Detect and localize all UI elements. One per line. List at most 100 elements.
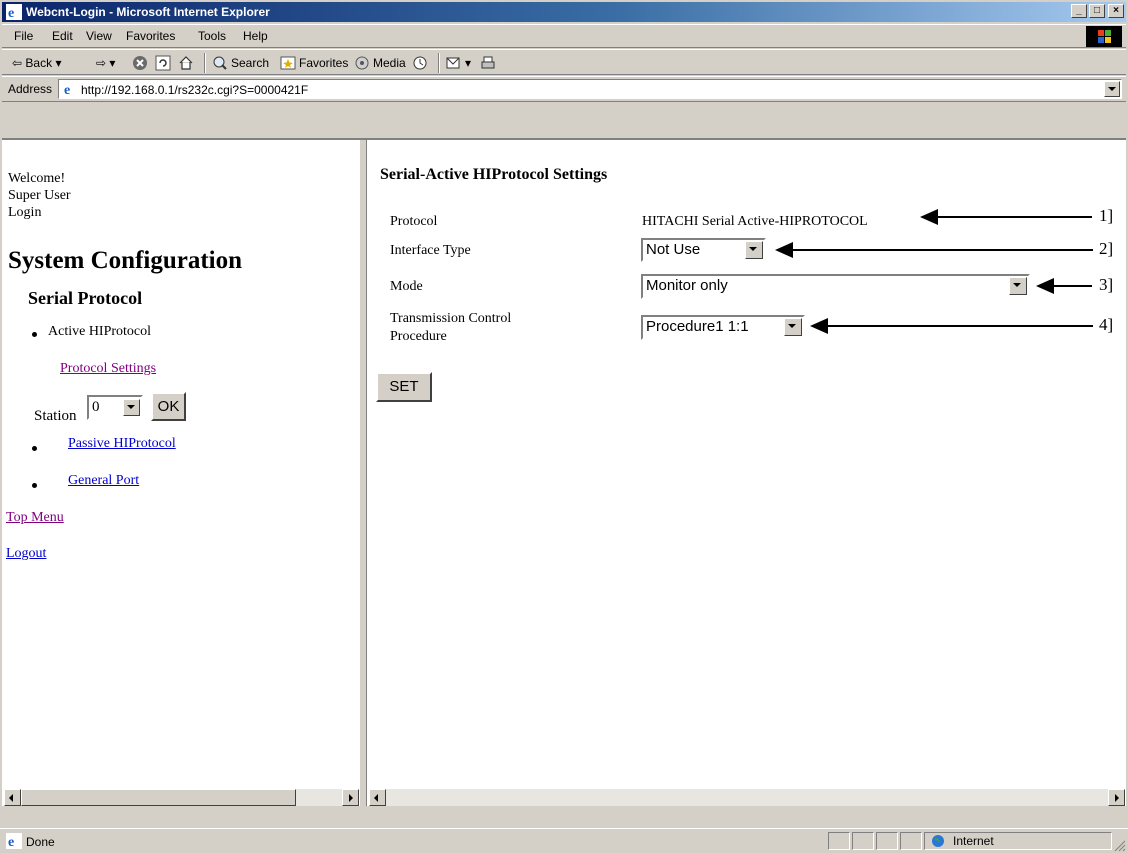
mode-dropdown-button[interactable] (1009, 277, 1027, 295)
mode-select[interactable]: Monitor only (641, 274, 1030, 299)
menu-file[interactable]: File (14, 29, 33, 43)
media-button[interactable]: Media (354, 54, 406, 72)
callout-3: 3] (1099, 275, 1114, 294)
address-bar: Address e http://192.168.0.1/rs232c.cgi?… (2, 76, 1126, 102)
frame-splitter[interactable] (359, 140, 367, 806)
interface-type-select[interactable]: Not Use (641, 238, 766, 262)
stop-icon (133, 56, 147, 70)
status-panel (852, 832, 874, 850)
history-icon (413, 56, 427, 70)
search-button[interactable]: Search (212, 54, 269, 72)
minimize-button[interactable]: _ (1071, 4, 1087, 18)
set-button[interactable]: SET (376, 372, 432, 402)
back-button[interactable]: ⇦ Back ▾ (12, 54, 61, 72)
scroll-right-button[interactable] (342, 789, 359, 806)
interface-dropdown-button[interactable] (745, 241, 763, 259)
bullet (32, 446, 37, 451)
svg-text:e: e (64, 83, 70, 97)
passive-hiprotocol-link[interactable]: Passive HIProtocol (68, 436, 176, 452)
browser-window: e Webcnt-Login - Microsoft Internet Expl… (0, 0, 1128, 853)
interface-type-label: Interface Type (390, 243, 471, 258)
transmission-control-select[interactable]: Procedure1 1:1 (641, 315, 805, 340)
print-icon (481, 56, 495, 69)
active-hiprotocol-text: Active HIProtocol (48, 324, 152, 339)
forward-button[interactable]: ⇨ ▾ (96, 54, 115, 72)
station-value: 0 (92, 399, 100, 415)
callout-arrow-2-line (793, 249, 1093, 251)
ie-page-icon: e (62, 81, 78, 97)
callout-arrow-3-head (1036, 278, 1054, 294)
logout-link[interactable]: Logout (6, 546, 46, 562)
address-input[interactable]: e http://192.168.0.1/rs232c.cgi?S=000042… (58, 79, 1122, 99)
address-label: Address (8, 82, 53, 96)
serial-protocol-heading: Serial Protocol (28, 288, 143, 308)
status-panel (900, 832, 922, 850)
protocol-label: Protocol (390, 214, 438, 229)
favorites-button[interactable]: Favorites (280, 54, 348, 72)
menu-edit[interactable]: Edit (52, 29, 73, 43)
chevron-down-icon: ▾ (109, 56, 116, 70)
interface-type-value: Not Use (646, 241, 701, 258)
content-top-border (0, 102, 1128, 140)
media-icon (355, 56, 369, 70)
protocol-value: HITACHI Serial Active-HIPROTOCOL (642, 214, 868, 229)
top-menu-link[interactable]: Top Menu (6, 510, 64, 526)
chevron-down-icon: ▾ (465, 56, 472, 70)
scroll-left-button[interactable] (4, 789, 21, 806)
media-label: Media (373, 56, 406, 70)
address-dropdown-button[interactable] (1104, 81, 1120, 97)
scroll-thumb[interactable] (21, 789, 296, 806)
callout-arrow-4-head (810, 318, 828, 334)
left-horizontal-scrollbar[interactable] (4, 789, 359, 806)
protocol-settings-link[interactable]: Protocol Settings (60, 361, 156, 377)
home-button[interactable] (178, 54, 197, 72)
maximize-button[interactable]: □ (1089, 4, 1105, 18)
transmission-dropdown-button[interactable] (784, 318, 802, 336)
mail-icon (446, 57, 460, 69)
history-button[interactable] (412, 54, 431, 72)
status-bar: e Done Internet (0, 828, 1128, 853)
station-label: Station (34, 408, 77, 424)
svg-text:e: e (8, 835, 14, 849)
ok-button[interactable]: OK (151, 392, 186, 421)
resize-grip-icon[interactable] (1114, 840, 1126, 852)
toolbar-separator (438, 53, 440, 73)
callout-1: 1] (1099, 206, 1114, 225)
menu-bar: File Edit View Favorites Tools Help (2, 24, 1126, 48)
stop-button[interactable] (132, 54, 151, 72)
callout-arrow-3-line (1054, 285, 1092, 287)
menu-help[interactable]: Help (243, 29, 268, 43)
title-bar: e Webcnt-Login - Microsoft Internet Expl… (2, 2, 1126, 22)
menu-tools[interactable]: Tools (198, 29, 226, 43)
callout-arrow-1-head (920, 209, 938, 225)
scroll-right-button[interactable] (1108, 789, 1125, 806)
print-button[interactable] (480, 54, 499, 72)
menu-favorites[interactable]: Favorites (126, 29, 175, 43)
general-port-link[interactable]: General Port (68, 473, 139, 489)
favorites-icon (280, 56, 296, 70)
mail-button[interactable]: ▾ (446, 54, 471, 72)
transmission-control-value: Procedure1 1:1 (646, 318, 749, 335)
settings-title: Serial-Active HIProtocol Settings (380, 166, 608, 183)
menu-view[interactable]: View (86, 29, 112, 43)
station-dropdown-button[interactable] (123, 399, 140, 416)
right-horizontal-scrollbar[interactable] (369, 789, 1125, 806)
callout-arrow-4-line (828, 325, 1093, 327)
chevron-down-icon: ▾ (55, 56, 62, 70)
close-button[interactable]: × (1108, 4, 1124, 18)
globe-icon (932, 835, 944, 847)
content-area: Welcome! Super User Login System Configu… (0, 140, 1128, 806)
left-frame: Welcome! Super User Login System Configu… (2, 140, 360, 806)
callout-4: 4] (1099, 315, 1114, 334)
bullet (32, 332, 37, 337)
scroll-left-button[interactable] (369, 789, 386, 806)
back-label: Back (25, 56, 53, 70)
login-text: Login (8, 205, 42, 220)
callout-arrow-2-head (775, 242, 793, 258)
refresh-button[interactable] (155, 54, 174, 72)
transmission-control-label-line2: Procedure (390, 329, 447, 344)
station-select[interactable]: 0 (87, 395, 143, 420)
callout-arrow-1-line (938, 216, 1092, 218)
welcome-text: Welcome! (8, 171, 66, 186)
windows-logo-icon (1086, 26, 1122, 47)
